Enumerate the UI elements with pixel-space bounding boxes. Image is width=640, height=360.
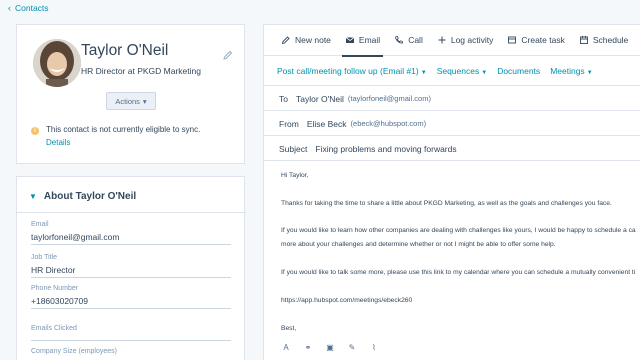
snippet-icon[interactable]: ✎ xyxy=(347,343,357,352)
avatar xyxy=(33,39,81,87)
sequences-dropdown[interactable]: Sequences ▼ xyxy=(437,66,488,76)
field-underline xyxy=(31,244,231,245)
contact-name: Taylor O'Neil xyxy=(81,42,169,59)
field-underline xyxy=(31,308,231,309)
back-to-contacts-link[interactable]: ‹ Contacts xyxy=(8,3,49,13)
tab-new-note[interactable]: New note xyxy=(274,25,338,56)
recipient-address: (taylorfoneil@gmail.com) xyxy=(347,94,431,103)
back-link-label: Contacts xyxy=(15,3,49,13)
email-body-line[interactable]: If you would like to learn how other com… xyxy=(281,227,636,234)
field-underline xyxy=(31,340,231,341)
template-dropdown[interactable]: Post call/meeting follow up (Email #1) ▼ xyxy=(277,66,427,76)
note-icon xyxy=(281,36,290,45)
documents-link[interactable]: Documents xyxy=(497,66,540,76)
contact-role: HR Director at PKGD Marketing xyxy=(81,66,201,76)
subject-input[interactable]: Fixing problems and moving forwards xyxy=(315,144,456,154)
profile-card: Taylor O'Neil HR Director at PKGD Market… xyxy=(16,24,245,164)
phone-field-value[interactable]: +18603020709 xyxy=(31,296,88,306)
text-style-icon[interactable]: A xyxy=(281,343,291,352)
activity-tabs: New note Email Call Log activity Create … xyxy=(264,25,640,57)
phone-icon xyxy=(395,36,404,44)
info-warning-icon: i xyxy=(31,127,39,135)
about-section-toggle[interactable]: ▼ About Taylor O'Neil xyxy=(29,191,136,202)
tab-log-activity[interactable]: Log activity xyxy=(430,25,501,56)
recipient-name: Taylor O'Neil xyxy=(295,93,344,104)
to-label: To xyxy=(279,93,288,104)
caret-down-icon: ▼ xyxy=(420,69,427,76)
meetings-dropdown[interactable]: Meetings ▼ xyxy=(550,66,592,76)
from-row[interactable]: From Elise Beck (ebeck@hubspot.com) xyxy=(264,112,640,136)
email-tools-bar: Post call/meeting follow up (Email #1) ▼ … xyxy=(264,56,640,86)
email-field-value[interactable]: taylorfoneil@gmail.com xyxy=(31,232,119,242)
sender-address: (ebeck@hubspot.com) xyxy=(350,119,427,128)
to-row[interactable]: To Taylor O'Neil (taylorfoneil@gmail.com… xyxy=(264,87,640,111)
caret-down-icon: ▼ xyxy=(586,69,593,76)
envelope-icon xyxy=(345,37,355,43)
tab-label: Log activity xyxy=(450,35,494,45)
from-label: From xyxy=(279,118,299,129)
about-card: ▼ About Taylor O'Neil Email taylorfoneil… xyxy=(16,176,246,360)
about-title: About Taylor O'Neil xyxy=(43,191,137,202)
meetings-label: Meetings xyxy=(550,65,585,76)
sender-name: Elise Beck xyxy=(306,118,347,129)
actions-dropdown[interactable]: Actions ▾ xyxy=(106,92,156,110)
tab-label: Schedule xyxy=(592,35,629,45)
sequences-label: Sequences xyxy=(436,65,480,76)
divider xyxy=(17,212,246,213)
email-field-label: Email xyxy=(31,221,49,228)
tab-create-task[interactable]: Create task xyxy=(500,25,571,56)
tab-label: Call xyxy=(408,35,423,45)
chevron-left-icon: ‹ xyxy=(8,3,11,13)
chevron-down-icon: ▼ xyxy=(29,192,37,201)
tab-label: Email xyxy=(358,35,381,45)
edit-pencil-icon[interactable] xyxy=(222,48,234,60)
tab-email[interactable]: Email xyxy=(338,25,387,57)
emails-clicked-field-label: Emails Clicked xyxy=(31,325,77,332)
link-icon[interactable]: ⚭ xyxy=(303,343,313,352)
attachment-icon[interactable]: ⌇ xyxy=(369,343,379,352)
actions-label: Actions xyxy=(115,96,140,106)
subject-label: Subject xyxy=(279,143,308,154)
caret-down-icon: ▾ xyxy=(142,96,147,106)
formatting-toolbar: A ⚭ ▣ ✎ ⌇ xyxy=(281,343,379,352)
calendar-icon xyxy=(579,36,588,44)
company-size-field-label: Company Size (employees) xyxy=(31,348,117,355)
job-title-field-value[interactable]: HR Director xyxy=(31,265,75,275)
email-body-line[interactable]: Hi Taylor, xyxy=(281,172,308,179)
tab-label: New note xyxy=(295,35,331,45)
details-link[interactable]: Details xyxy=(46,138,70,147)
task-icon xyxy=(508,36,517,44)
sync-warning-text: This contact is not currently eligible t… xyxy=(46,125,201,134)
email-body-line[interactable]: If you would like to talk some more, ple… xyxy=(281,269,635,276)
tab-schedule[interactable]: Schedule xyxy=(572,25,635,56)
job-title-field-label: Job Title xyxy=(31,254,58,261)
tab-label: Create task xyxy=(521,35,565,45)
field-underline xyxy=(31,277,231,278)
email-body-line[interactable]: Best, xyxy=(281,325,296,332)
caret-down-icon: ▼ xyxy=(481,69,488,76)
template-label: Post call/meeting follow up (Email #1) xyxy=(277,65,419,76)
image-icon[interactable]: ▣ xyxy=(325,343,335,352)
phone-field-label: Phone Number xyxy=(31,285,79,292)
email-body-link[interactable]: https://app.hubspot.com/meetings/ebeck26… xyxy=(281,297,412,304)
plus-icon xyxy=(438,36,446,44)
tab-call[interactable]: Call xyxy=(387,25,430,56)
email-body-line[interactable]: more about your challenges and determine… xyxy=(281,241,556,248)
activity-panel: New note Email Call Log activity Create … xyxy=(263,24,640,360)
email-body-line[interactable]: Thanks for taking the time to share a li… xyxy=(281,200,612,207)
subject-row[interactable]: Subject Fixing problems and moving forwa… xyxy=(264,137,640,161)
